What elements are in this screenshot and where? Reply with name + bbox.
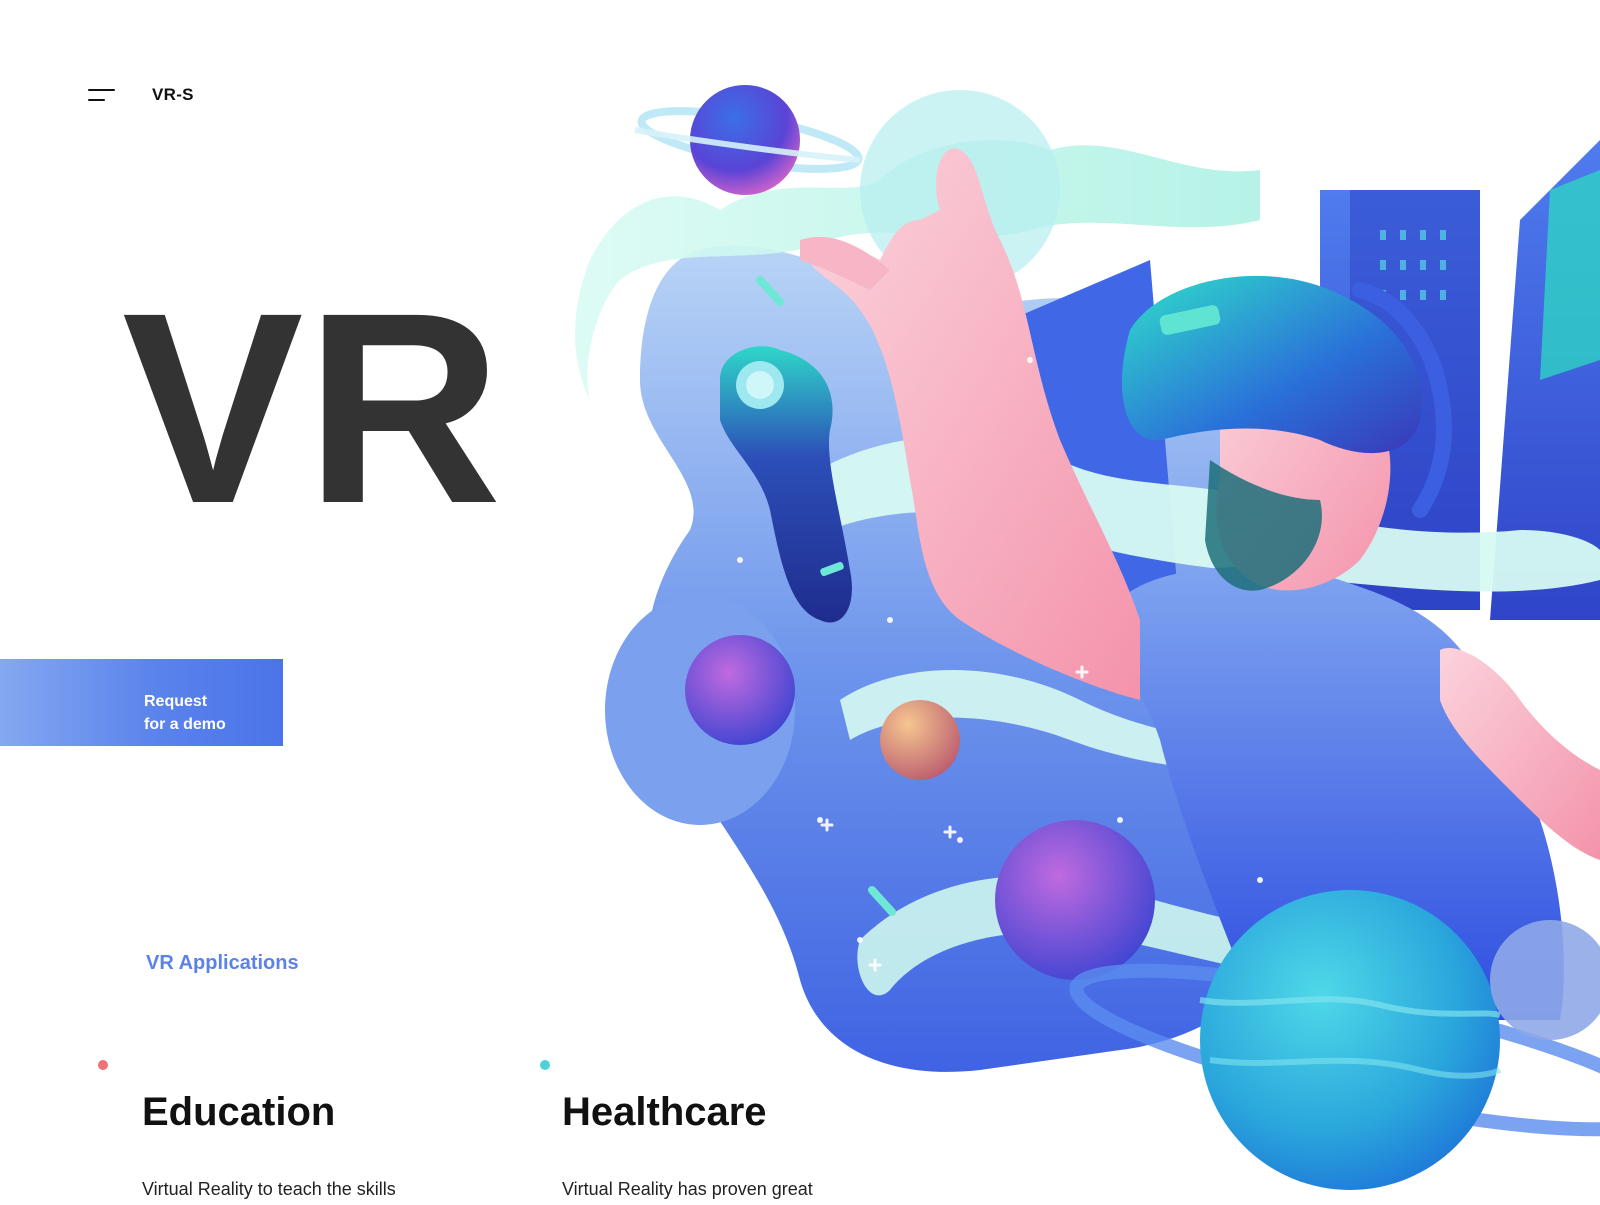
hamburger-menu-icon[interactable] [88, 89, 115, 101]
menu-line [88, 89, 115, 91]
request-demo-label-line1: Request [144, 692, 208, 710]
vr-headset-person-illustration [560, 60, 1600, 1200]
menu-line [88, 99, 105, 101]
section-label-vr-applications: VR Applications [146, 952, 299, 974]
request-demo-label-line2: for a demo [144, 715, 226, 733]
card-text: Virtual Reality to teach the skills [142, 1179, 396, 1199]
request-demo-button[interactable]: Request for a demo [0, 659, 283, 746]
card-title: Education [142, 1090, 336, 1134]
logo[interactable]: VR-S [152, 85, 194, 105]
bullet-dot [540, 1060, 550, 1070]
bullet-dot [98, 1060, 108, 1070]
hero-title: VR [122, 256, 504, 560]
